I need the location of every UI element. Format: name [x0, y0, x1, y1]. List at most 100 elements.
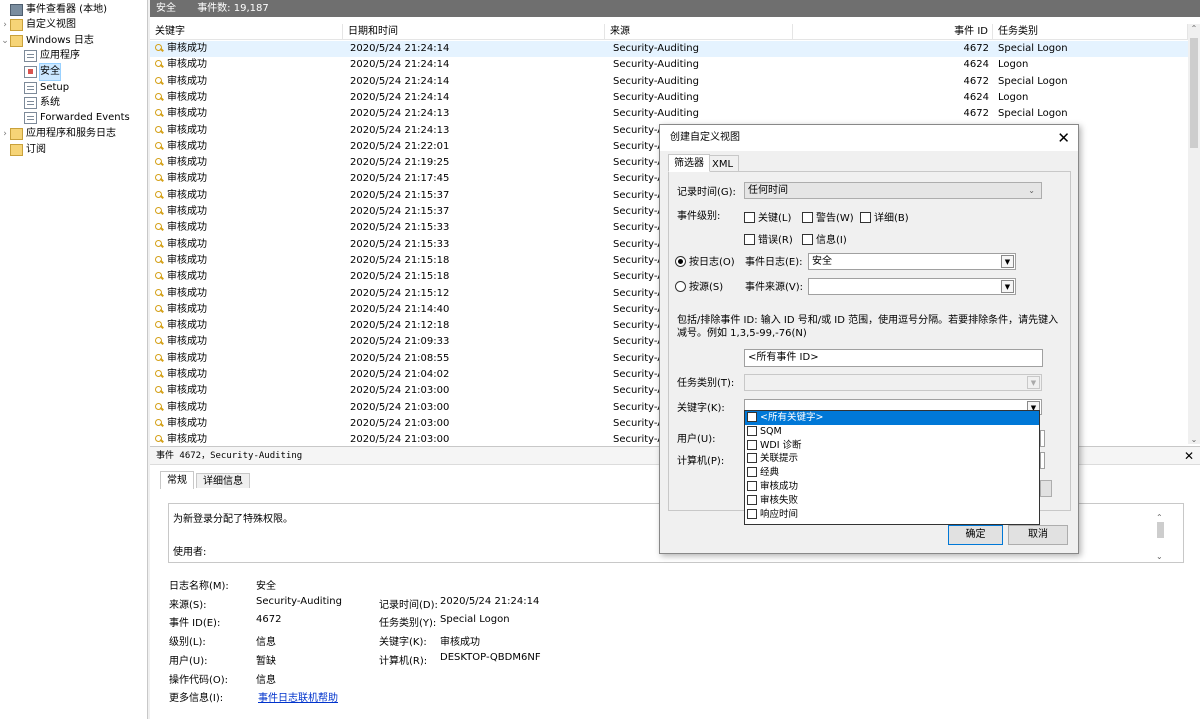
keyword-option-label: <所有关键字>: [760, 412, 824, 423]
information-checkbox[interactable]: 信息(I): [802, 231, 847, 246]
table-row[interactable]: 审核成功 2020/5/24 21:24:14 Security-Auditing 4…: [150, 74, 1188, 90]
close-icon[interactable]: ✕: [1057, 125, 1070, 151]
keyword-text: 审核成功: [167, 75, 207, 87]
error-checkbox[interactable]: 错误(R): [744, 231, 793, 246]
tree-item[interactable]: › 自定义视图: [0, 17, 76, 33]
logged-select[interactable]: 任何时间 ⌄: [744, 182, 1042, 199]
computer-input[interactable]: [1040, 452, 1045, 469]
keyword-text: 审核成功: [167, 303, 207, 315]
event-sources-select[interactable]: ▼: [808, 278, 1016, 295]
keyword-cell: 审核成功: [155, 74, 340, 90]
key-icon: [155, 402, 164, 411]
keyword-checkbox[interactable]: [747, 480, 757, 491]
ok-button[interactable]: 确定: [948, 525, 1003, 545]
close-icon[interactable]: ✕: [1184, 449, 1194, 463]
prop-more-info-label: 更多信息(I):: [169, 693, 224, 704]
verbose-checkbox[interactable]: 详细(B): [860, 209, 909, 224]
tree-item[interactable]: 事件查看器 (本地): [0, 2, 107, 18]
keyword-option[interactable]: 审核成功: [745, 480, 1039, 494]
scroll-down-icon[interactable]: ⌄: [1156, 552, 1163, 561]
warning-checkbox[interactable]: 警告(W): [802, 209, 854, 224]
user-input[interactable]: [1040, 430, 1045, 447]
tree-item[interactable]: Setup: [14, 80, 69, 96]
keyword-option[interactable]: 经典: [745, 466, 1039, 480]
prop-computer: DESKTOP-QBDM6NF: [440, 652, 541, 663]
keyword-option[interactable]: SQM: [745, 425, 1039, 439]
scroll-thumb[interactable]: [1190, 38, 1198, 148]
critical-checkbox[interactable]: 关键(L): [744, 209, 791, 224]
expand-chevron-icon[interactable]: ›: [0, 17, 10, 33]
table-row[interactable]: 审核成功 2020/5/24 21:24:14 Security-Auditing 4…: [150, 41, 1188, 58]
table-row[interactable]: 审核成功 2020/5/24 21:24:14 Security-Auditing 4…: [150, 90, 1188, 106]
keyword-cell: 审核成功: [155, 57, 340, 73]
user-label: 用户(U):: [677, 434, 716, 445]
tree-item[interactable]: 系统: [14, 95, 60, 111]
keyword-option[interactable]: WDI 诊断: [745, 439, 1039, 453]
by-log-label: 按日志(O): [689, 257, 735, 268]
tree-item[interactable]: 订阅: [0, 142, 46, 158]
keyword-checkbox[interactable]: [747, 508, 757, 519]
event-ids-input[interactable]: <所有事件 ID>: [744, 349, 1043, 367]
keyword-checkbox[interactable]: [747, 412, 757, 422]
expand-chevron-icon[interactable]: ›: [0, 126, 10, 142]
expand-chevron-icon[interactable]: ⌄: [0, 33, 10, 49]
cancel-button[interactable]: 取消: [1008, 525, 1068, 545]
event-logs-select[interactable]: 安全 ▼: [808, 253, 1016, 270]
prop-logged-label: 记录时间(D):: [379, 600, 438, 611]
keyword-cell: 审核成功: [155, 41, 340, 57]
keyword-option[interactable]: 关联提示: [745, 452, 1039, 466]
scroll-down-icon[interactable]: ⌄: [1188, 435, 1200, 444]
header-task-category[interactable]: 任务类别: [993, 24, 1188, 40]
tab-filter[interactable]: 筛选器: [668, 154, 710, 172]
header-keyword[interactable]: 关键字: [150, 24, 343, 40]
pane-title-bar: 安全 事件数: 19,187: [150, 0, 1200, 17]
datetime-cell: 2020/5/24 21:15:37: [350, 206, 450, 217]
task-category-cell: Special Logon: [998, 43, 1068, 54]
scroll-up-icon[interactable]: ⌃: [1156, 513, 1163, 522]
tree-item[interactable]: Forwarded Events: [14, 110, 130, 126]
keyword-checkbox[interactable]: [747, 467, 757, 478]
tree-item[interactable]: › 应用程序和服务日志: [0, 126, 116, 142]
dropdown-arrow-icon[interactable]: ▼: [1001, 280, 1014, 293]
clear-button[interactable]: [1040, 480, 1052, 497]
keyword-checkbox[interactable]: [747, 494, 757, 505]
datetime-cell: 2020/5/24 21:03:00: [350, 401, 450, 413]
keyword-checkbox[interactable]: [747, 453, 757, 464]
dropdown-arrow-icon[interactable]: ▼: [1001, 255, 1014, 268]
warning-label: 警告(W): [816, 213, 854, 224]
header-source[interactable]: 来源: [605, 24, 793, 40]
header-event-id[interactable]: 事件 ID: [793, 24, 993, 40]
keyword-text: 审核成功: [167, 173, 207, 185]
keyword-text: 审核成功: [167, 124, 207, 136]
by-source-radio[interactable]: 按源(S): [675, 278, 723, 293]
tab-details[interactable]: 详细信息: [196, 473, 250, 488]
keyword-option[interactable]: 审核失败: [745, 494, 1039, 508]
tab-general[interactable]: 常规: [160, 471, 194, 489]
tab-xml[interactable]: XML: [706, 155, 740, 172]
keyword-option[interactable]: 响应时间: [745, 508, 1039, 522]
by-log-radio[interactable]: 按日志(O): [675, 253, 735, 268]
keyword-option-label: 响应时间: [760, 508, 799, 520]
scroll-thumb[interactable]: [1157, 522, 1164, 538]
key-icon: [155, 304, 164, 313]
datetime-cell: 2020/5/24 21:03:00: [350, 417, 450, 429]
event-logs-value: 安全: [812, 256, 832, 267]
header-datetime[interactable]: 日期和时间: [343, 24, 605, 40]
event-viewer-icon: [10, 4, 23, 16]
tree-item[interactable]: 应用程序: [14, 48, 80, 64]
keyword-checkbox[interactable]: [747, 439, 757, 450]
keyword-option[interactable]: <所有关键字>: [745, 411, 1039, 425]
key-icon: [155, 44, 164, 52]
tree-item[interactable]: ⌄ Windows 日志: [0, 33, 94, 49]
scroll-up-icon[interactable]: ⌃: [1188, 24, 1200, 33]
subscription-icon: [10, 144, 23, 156]
table-row[interactable]: 审核成功 2020/5/24 21:24:13 Security-Auditing 4…: [150, 106, 1188, 122]
keyword-checkbox[interactable]: [747, 425, 757, 436]
tree-item[interactable]: 安全: [14, 63, 61, 81]
task-category-select[interactable]: ▼: [744, 374, 1042, 391]
description-scrollbar[interactable]: ⌃ ⌄: [1154, 513, 1166, 561]
online-help-link[interactable]: 事件日志联机帮助: [258, 689, 338, 704]
list-scrollbar[interactable]: ⌃ ⌄: [1188, 24, 1200, 444]
table-row[interactable]: 审核成功 2020/5/24 21:24:14 Security-Auditing 4…: [150, 57, 1188, 73]
tree-item-label: 订阅: [26, 144, 46, 155]
